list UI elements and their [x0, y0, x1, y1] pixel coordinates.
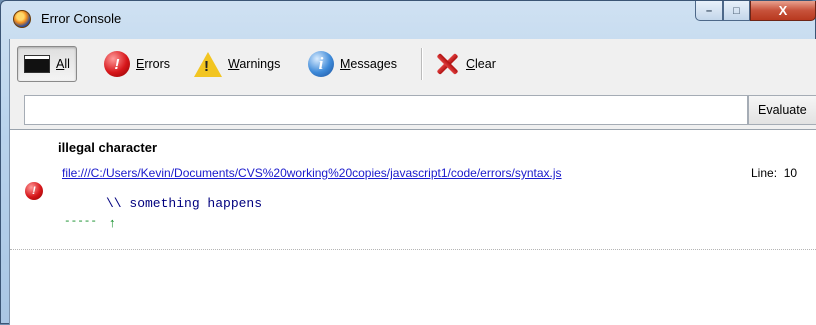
close-button[interactable]: X	[750, 1, 816, 21]
warning-icon: !	[194, 51, 222, 77]
info-icon: i	[308, 51, 334, 77]
maximize-icon: □	[733, 4, 740, 17]
evaluate-button[interactable]: Evaluate	[748, 95, 816, 125]
filter-messages-button[interactable]: i Messages	[302, 46, 403, 82]
minimize-button[interactable]: –	[695, 1, 723, 21]
error-position-arrow-icon: ↑	[109, 215, 116, 230]
line-number: Line: 10	[751, 166, 798, 180]
toolbar: All ! Errors ! Warnings i Messages Clear	[10, 39, 816, 89]
filter-warnings-button[interactable]: ! Warnings	[188, 46, 286, 82]
source-code-line: \\ something happens	[106, 196, 263, 211]
clear-button[interactable]: Clear	[428, 46, 502, 82]
console-log-list[interactable]: ! illegal character file:///C:/Users/Kev…	[10, 129, 816, 325]
error-icon: !	[104, 51, 130, 77]
filter-all-button[interactable]: All	[17, 46, 77, 82]
errors-label: rrors	[144, 57, 171, 71]
toolbar-separator	[421, 48, 422, 80]
warnings-accesskey: W	[228, 57, 240, 71]
all-icon	[24, 55, 50, 73]
clear-accesskey: C	[466, 57, 476, 71]
evaluate-input[interactable]	[24, 95, 748, 125]
all-label: ll	[64, 57, 70, 71]
error-console-window: Error Console – □ X All ! Errors ! Warni…	[0, 0, 816, 325]
messages-accesskey: M	[340, 57, 351, 71]
console-body: All ! Errors ! Warnings i Messages Clear	[9, 39, 816, 325]
error-column-marker: -----	[64, 216, 98, 228]
evaluate-bar: Evaluate	[10, 89, 816, 129]
warnings-label: arnings	[239, 57, 281, 71]
close-icon: X	[778, 3, 788, 18]
log-entry[interactable]: ! illegal character file:///C:/Users/Kev…	[10, 130, 816, 250]
window-title: Error Console	[41, 11, 122, 26]
clear-label: lear	[475, 57, 496, 71]
firefox-icon	[13, 10, 31, 28]
error-icon: !	[25, 182, 43, 200]
title-bar[interactable]: Error Console – □ X	[1, 1, 816, 39]
error-message: illegal character	[58, 140, 157, 155]
messages-label: essages	[350, 57, 397, 71]
maximize-button[interactable]: □	[723, 1, 750, 21]
filter-errors-button[interactable]: ! Errors	[98, 46, 176, 82]
minimize-icon: –	[705, 4, 713, 17]
clear-x-icon	[434, 51, 460, 77]
source-file-link[interactable]: file:///C:/Users/Kevin/Documents/CVS%20w…	[62, 166, 562, 180]
